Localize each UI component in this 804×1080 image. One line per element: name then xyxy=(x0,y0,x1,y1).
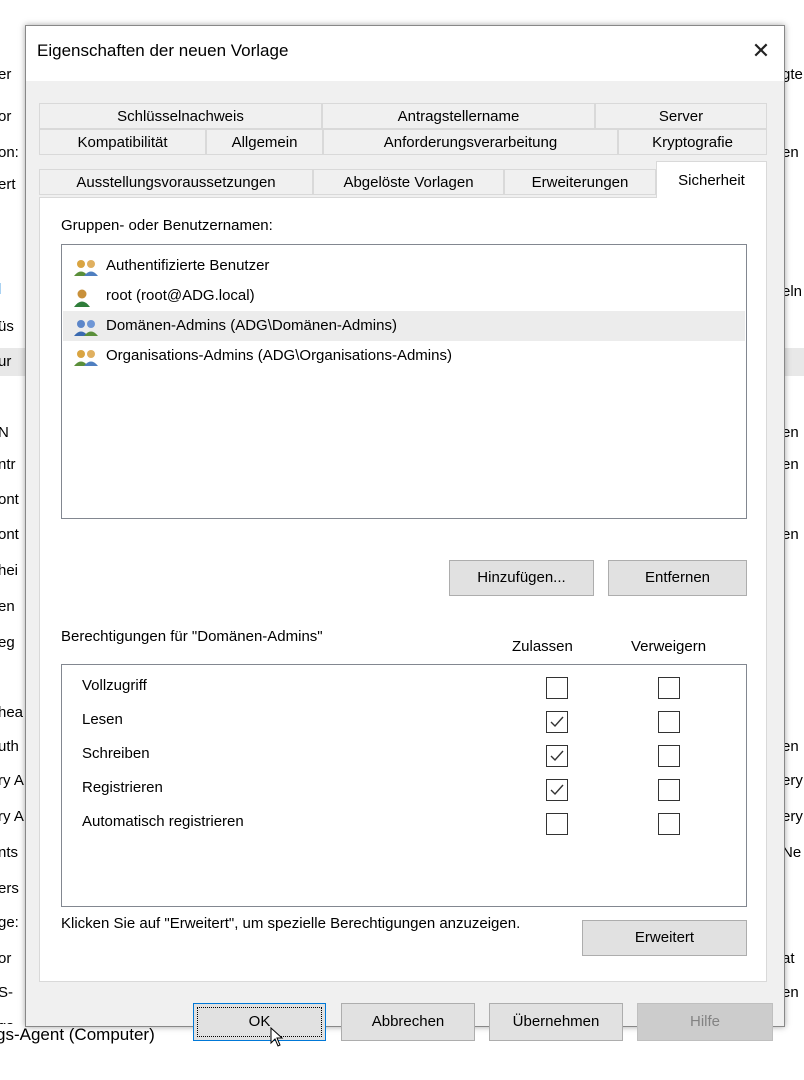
background-text: or xyxy=(0,108,12,125)
dialog-titlebar[interactable]: Eigenschaften der neuen Vorlage ✕ xyxy=(26,26,784,81)
background-text: hea xyxy=(0,704,24,721)
list-item[interactable]: Authentifizierte Benutzer xyxy=(63,251,745,281)
deny-column-header: Verweigern xyxy=(631,638,707,655)
group-name: Authentifizierte Benutzer xyxy=(106,257,270,274)
permission-row: Automatisch registrieren xyxy=(62,807,746,841)
close-icon: ✕ xyxy=(751,38,771,63)
focus-rect xyxy=(197,1007,322,1037)
ok-button[interactable]: OK xyxy=(193,1003,326,1041)
allow-checkbox-registrieren[interactable] xyxy=(546,779,568,801)
group-icon xyxy=(73,348,103,366)
deny-checkbox-schreiben[interactable] xyxy=(658,745,680,767)
background-text: ert xyxy=(0,176,16,193)
mouse-cursor-icon xyxy=(270,1027,284,1047)
close-button[interactable]: ✕ xyxy=(738,26,784,76)
group-icon xyxy=(73,318,103,336)
background-text: ery xyxy=(782,808,803,825)
background-text: or xyxy=(0,950,12,967)
apply-button[interactable]: Übernehmen xyxy=(489,1003,623,1041)
background-text: N xyxy=(0,424,9,441)
background-text: ry A xyxy=(0,772,24,789)
permission-row: Vollzugriff xyxy=(62,671,746,705)
groups-label: Gruppen- oder Benutzernamen: xyxy=(61,217,273,234)
allow-column-header: Zulassen xyxy=(512,638,573,655)
add-button[interactable]: Hinzufügen... xyxy=(449,560,594,596)
group-icon xyxy=(73,258,103,276)
background-text: hei xyxy=(0,562,19,579)
list-item[interactable]: Organisations-Admins (ADG\Organisations-… xyxy=(63,341,745,371)
background-text: en xyxy=(0,598,15,615)
checkmark-icon xyxy=(550,784,564,796)
groups-listbox[interactable]: Authentifizierte Benutzer root (root@ADG… xyxy=(61,244,747,519)
background-text: ur xyxy=(0,353,12,370)
deny-checkbox-lesen[interactable] xyxy=(658,711,680,733)
background-text: on: xyxy=(0,144,19,161)
background-text: ery xyxy=(782,772,803,789)
allow-checkbox-lesen[interactable] xyxy=(546,711,568,733)
help-button[interactable]: Hilfe xyxy=(637,1003,773,1041)
tab-schluesselnachweis[interactable]: Schlüsselnachweis xyxy=(39,103,322,129)
allow-checkbox-autoenroll[interactable] xyxy=(546,813,568,835)
group-name: Domänen-Admins (ADG\Domänen-Admins) xyxy=(106,317,397,334)
background-text: nts xyxy=(0,844,19,861)
background-text: ers xyxy=(0,880,19,897)
background-text: eg xyxy=(0,634,15,651)
advanced-button[interactable]: Erweitert xyxy=(582,920,747,956)
permission-name: Schreiben xyxy=(82,745,150,762)
tab-kryptografie[interactable]: Kryptografie xyxy=(618,129,767,155)
background-text: ge: xyxy=(0,914,19,931)
security-tab-panel: Gruppen- oder Benutzernamen: Authentifiz… xyxy=(39,197,767,982)
tab-sicherheit[interactable]: Sicherheit xyxy=(656,161,767,198)
background-text: gte xyxy=(782,66,803,83)
background-text: ry A xyxy=(0,808,24,825)
checkmark-icon xyxy=(550,750,564,762)
permissions-label: Berechtigungen für "Domänen-Admins" xyxy=(61,628,323,645)
permission-row: Schreiben xyxy=(62,739,746,773)
background-text: er xyxy=(0,66,12,83)
tab-antragstellername[interactable]: Antragstellername xyxy=(322,103,595,129)
permission-row: Registrieren xyxy=(62,773,746,807)
permission-name: Lesen xyxy=(82,711,123,728)
background-text: ntr xyxy=(0,456,16,473)
background-text: üs xyxy=(0,318,14,335)
list-item-selected[interactable]: Domänen-Admins (ADG\Domänen-Admins) xyxy=(63,311,745,341)
tab-server[interactable]: Server xyxy=(595,103,767,129)
background-text: ont xyxy=(0,526,19,543)
tab-ausstellungsvoraussetzungen[interactable]: Ausstellungsvoraussetzungen xyxy=(39,169,313,195)
list-item[interactable]: root (root@ADG.local) xyxy=(63,281,745,311)
user-icon xyxy=(73,288,103,307)
tab-allgemein[interactable]: Allgemein xyxy=(206,129,323,155)
permission-row: Lesen xyxy=(62,705,746,739)
checkmark-icon xyxy=(550,716,564,728)
template-properties-dialog: Eigenschaften der neuen Vorlage ✕ Schlüs… xyxy=(25,25,785,1041)
permission-name: Registrieren xyxy=(82,779,163,796)
permission-name: Vollzugriff xyxy=(82,677,147,694)
background-text: eln xyxy=(782,283,803,300)
group-name: root (root@ADG.local) xyxy=(106,287,255,304)
group-name: Organisations-Admins (ADG\Organisations-… xyxy=(106,347,452,364)
background-text: l xyxy=(0,281,1,298)
tab-kompatibilitaet[interactable]: Kompatibilität xyxy=(39,129,206,155)
deny-checkbox-autoenroll[interactable] xyxy=(658,813,680,835)
tab-erweiterungen[interactable]: Erweiterungen xyxy=(504,169,656,195)
background-text: ont xyxy=(0,491,19,508)
allow-checkbox-schreiben[interactable] xyxy=(546,745,568,767)
allow-checkbox-vollzugriff[interactable] xyxy=(546,677,568,699)
advanced-hint: Klicken Sie auf "Erweitert", um speziell… xyxy=(61,915,521,932)
permission-name: Automatisch registrieren xyxy=(82,813,244,830)
remove-button[interactable]: Entfernen xyxy=(608,560,747,596)
deny-checkbox-registrieren[interactable] xyxy=(658,779,680,801)
background-row-name: gs-Agent (Computer) xyxy=(0,1025,155,1044)
background-text: uth xyxy=(0,738,19,755)
tab-anforderungsverarbeitung[interactable]: Anforderungsverarbeitung xyxy=(323,129,618,155)
dialog-title: Eigenschaften der neuen Vorlage xyxy=(37,41,289,60)
permissions-list: Vollzugriff Lesen Schreiben Registrieren xyxy=(61,664,747,907)
cancel-button[interactable]: Abbrechen xyxy=(341,1003,475,1041)
tab-abgeloeste-vorlagen[interactable]: Abgelöste Vorlagen xyxy=(313,169,504,195)
deny-checkbox-vollzugriff[interactable] xyxy=(658,677,680,699)
background-text: S- xyxy=(0,984,13,1001)
